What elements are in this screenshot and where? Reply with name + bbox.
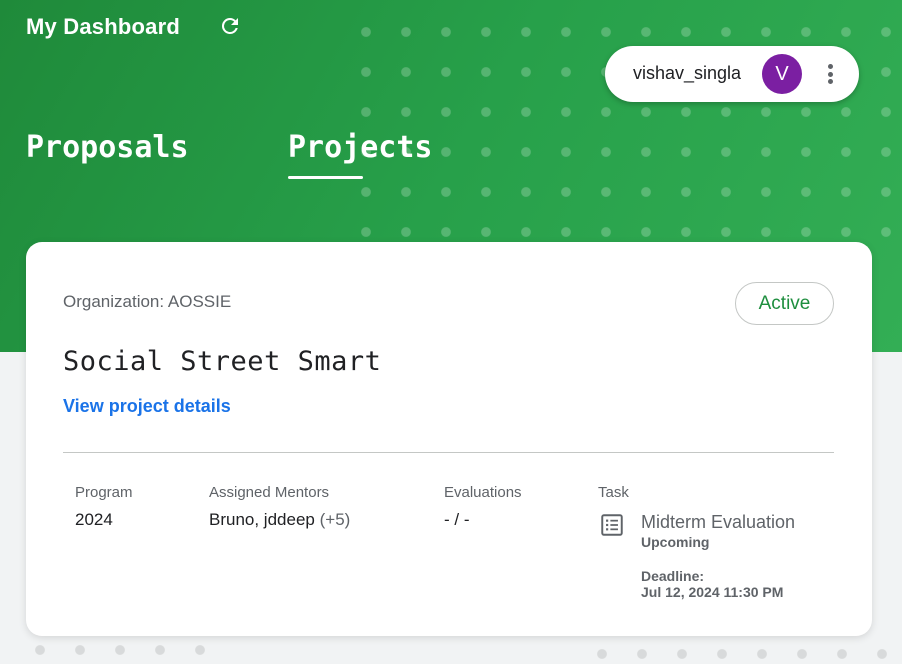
program-label: Program <box>75 484 133 501</box>
task-label: Task <box>598 484 629 501</box>
project-card: Organization: AOSSIE Active Social Stree… <box>26 242 872 636</box>
decorative-dot-pattern <box>592 640 902 664</box>
deadline-label: Deadline: <box>641 568 705 584</box>
deadline-value: Jul 12, 2024 11:30 PM <box>641 584 784 600</box>
decorative-dot-pattern <box>30 640 220 664</box>
refresh-icon <box>221 17 238 34</box>
task-title: Midterm Evaluation <box>641 512 796 532</box>
avatar[interactable]: V <box>762 54 802 94</box>
evaluations-label: Evaluations <box>444 484 522 501</box>
mentors-label: Assigned Mentors <box>209 484 330 501</box>
refresh-button[interactable] <box>216 12 244 40</box>
tab-projects[interactable]: Projects <box>288 130 433 165</box>
user-chip[interactable]: vishav_singla V <box>605 46 859 102</box>
divider <box>63 452 834 453</box>
active-tab-indicator <box>288 176 363 179</box>
mentors-value: Bruno, jddeep (+5) <box>209 510 350 530</box>
task-status: Upcoming <box>641 534 710 550</box>
mentors-names: Bruno, jddeep <box>209 510 315 529</box>
tab-proposals[interactable]: Proposals <box>26 130 189 165</box>
app-title: My Dashboard <box>26 14 180 39</box>
username: vishav_singla <box>633 63 742 83</box>
project-title: Social Street Smart <box>63 346 382 377</box>
mentors-extra-count[interactable]: (+5) <box>320 510 351 529</box>
more-vert-icon[interactable] <box>819 62 841 86</box>
list-icon <box>601 514 623 536</box>
status-badge: Active <box>735 282 834 325</box>
program-value: 2024 <box>75 510 113 529</box>
view-project-details-link[interactable]: View project details <box>63 396 231 417</box>
organization-label: Organization: AOSSIE <box>63 292 232 311</box>
evaluations-value: - / - <box>444 510 470 529</box>
